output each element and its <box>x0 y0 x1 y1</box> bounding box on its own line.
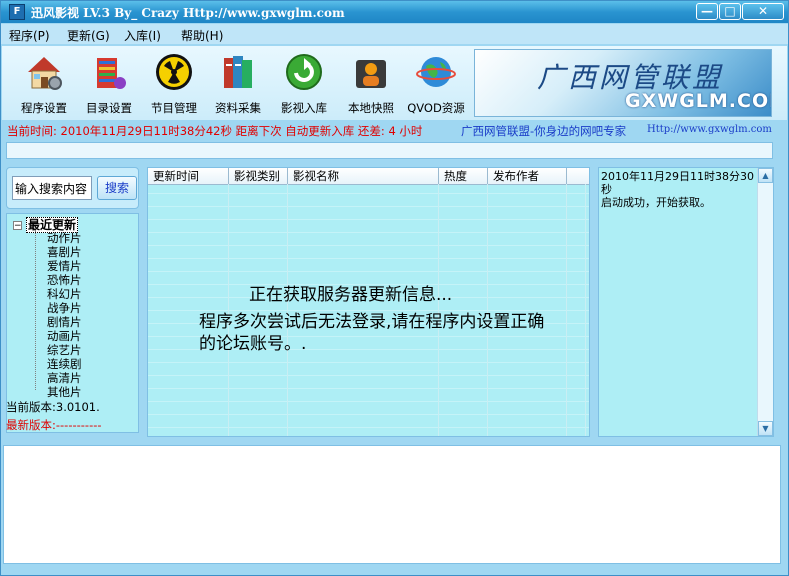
search-panel: 输入搜索内容 搜索 <box>6 167 139 209</box>
banner-logo-text: GXWGLM.COM <box>625 90 771 112</box>
tool-label: 影视入库 <box>281 101 327 115</box>
minimize-button[interactable]: — <box>696 3 718 20</box>
menu-help[interactable]: 帮助(H) <box>181 27 223 44</box>
radiation-icon <box>154 52 194 92</box>
toolbar: 程序设置 目录设置 节目管理 资料采集 影视入库 本地快照 QVOD资源 广西网… <box>2 46 787 120</box>
data-collection-button[interactable]: 资料采集 <box>206 52 270 118</box>
scroll-down-icon[interactable]: ▼ <box>758 421 773 436</box>
tool-label: QVOD资源 <box>407 101 465 115</box>
column-divider <box>566 184 567 436</box>
column-author[interactable]: 发布作者 <box>488 168 567 184</box>
tool-label: 目录设置 <box>86 101 132 115</box>
program-settings-button[interactable]: 程序设置 <box>12 52 76 118</box>
tool-label: 本地快照 <box>348 101 394 115</box>
program-management-button[interactable]: 节目管理 <box>142 52 206 118</box>
folder-settings-icon <box>89 52 129 92</box>
green-arrow-icon <box>284 52 324 92</box>
log-text: 2010年11月29日11时38分30秒 启动成功，开始获取。 <box>601 170 757 209</box>
search-button[interactable]: 搜索 <box>97 176 137 200</box>
column-title[interactable]: 影视名称 <box>288 168 439 184</box>
tree-item-other[interactable]: 其他片 <box>47 384 82 400</box>
banner-image: 广西网管联盟 GXWGLM.COM <box>474 49 772 117</box>
title-bar[interactable]: F 迅风影视 LV.3 By_ Crazy Http://www.gxwglm.… <box>1 1 788 23</box>
house-settings-icon <box>24 52 64 92</box>
website-link[interactable]: Http://www.gxwglm.com <box>647 124 772 135</box>
person-camera-icon <box>351 52 391 92</box>
column-extra <box>567 168 589 184</box>
globe-icon <box>416 52 456 92</box>
latest-version: 最新版本:----------- <box>6 418 102 432</box>
directory-settings-button[interactable]: 目录设置 <box>77 52 141 118</box>
qvod-resources-button[interactable]: QVOD资源 <box>404 52 468 118</box>
column-update-time[interactable]: 更新时间 <box>148 168 229 184</box>
log-line: 启动成功，开始获取。 <box>601 196 711 209</box>
log-panel[interactable]: 2010年11月29日11时38分30秒 启动成功，开始获取。 ▲ ▼ <box>598 167 774 437</box>
search-input[interactable]: 输入搜索内容 <box>12 176 92 200</box>
app-logo-icon: F <box>9 4 25 20</box>
main-window: F 迅风影视 LV.3 By_ Crazy Http://www.gxwglm.… <box>0 0 789 576</box>
movie-import-button[interactable]: 影视入库 <box>272 52 336 118</box>
list-header: 更新时间 影视类别 影视名称 热度 发布作者 <box>148 168 589 185</box>
tool-label: 程序设置 <box>21 101 67 115</box>
progress-bar <box>6 142 773 159</box>
log-scrollbar[interactable]: ▲ ▼ <box>757 168 773 436</box>
maximize-button[interactable]: □ <box>719 3 741 20</box>
books-icon <box>218 52 258 92</box>
slogan-text: 广西网管联盟-你身边的网吧专家 <box>461 124 627 138</box>
menu-program[interactable]: 程序(P) <box>9 27 50 44</box>
menu-import[interactable]: 入库(I) <box>124 27 161 44</box>
status-line: 当前时间: 2010年11月29日11时38分42秒 距离下次 自动更新入库 还… <box>1 121 788 139</box>
scroll-up-icon[interactable]: ▲ <box>758 168 773 183</box>
current-version: 当前版本:3.0101. <box>6 400 100 414</box>
tree-guide-line <box>35 230 37 390</box>
menu-bar: 程序(P) 更新(G) 入库(I) 帮助(H) <box>1 24 788 44</box>
local-snapshot-button[interactable]: 本地快照 <box>339 52 403 118</box>
menu-update[interactable]: 更新(G) <box>67 27 110 44</box>
detail-area[interactable] <box>3 445 781 564</box>
login-error-message: 程序多次尝试后无法登录,请在程序内设置正确的论坛账号。. <box>199 312 545 354</box>
loading-message: 正在获取服务器更新信息... <box>249 285 453 305</box>
tool-label: 资料采集 <box>215 101 261 115</box>
collapse-icon[interactable]: − <box>13 221 22 231</box>
current-time-status: 当前时间: 2010年11月29日11时38分42秒 距离下次 自动更新入库 还… <box>7 124 423 138</box>
window-title: 迅风影视 LV.3 By_ Crazy Http://www.gxwglm.co… <box>31 6 345 20</box>
close-button[interactable]: ✕ <box>742 3 784 20</box>
log-line: 2010年11月29日11时38分30秒 <box>601 170 754 196</box>
column-popularity[interactable]: 热度 <box>439 168 488 184</box>
column-divider <box>585 184 586 436</box>
tool-label: 节目管理 <box>151 101 197 115</box>
column-category[interactable]: 影视类别 <box>229 168 288 184</box>
